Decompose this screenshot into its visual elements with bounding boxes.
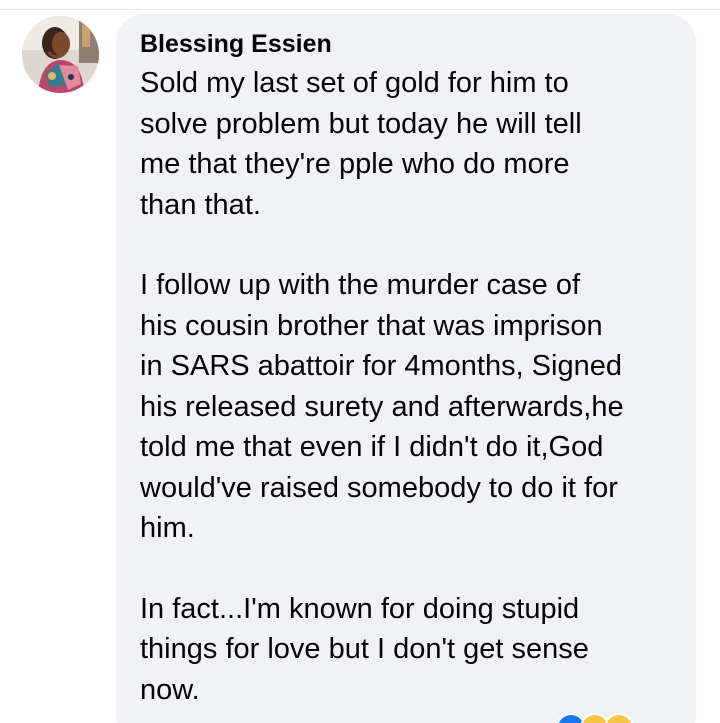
avatar[interactable] — [22, 16, 99, 93]
comment-paragraph-3: In fact...I'm known for doing stupid thi… — [140, 592, 589, 706]
comment-author[interactable]: Blessing Essien — [140, 29, 676, 59]
comment-screen: Blessing Essien Sold my last set of gold… — [0, 0, 720, 723]
reaction-summary[interactable] — [556, 713, 634, 723]
wow-icon — [604, 713, 634, 723]
comment-bubble[interactable]: Blessing Essien Sold my last set of gold… — [116, 14, 696, 723]
avatar-photo — [22, 16, 99, 93]
comment-paragraph-2: I follow up with the murder case of his … — [140, 269, 624, 544]
divider — [0, 9, 720, 10]
comment-paragraph-1: Sold my last set of gold for him to solv… — [140, 67, 582, 221]
